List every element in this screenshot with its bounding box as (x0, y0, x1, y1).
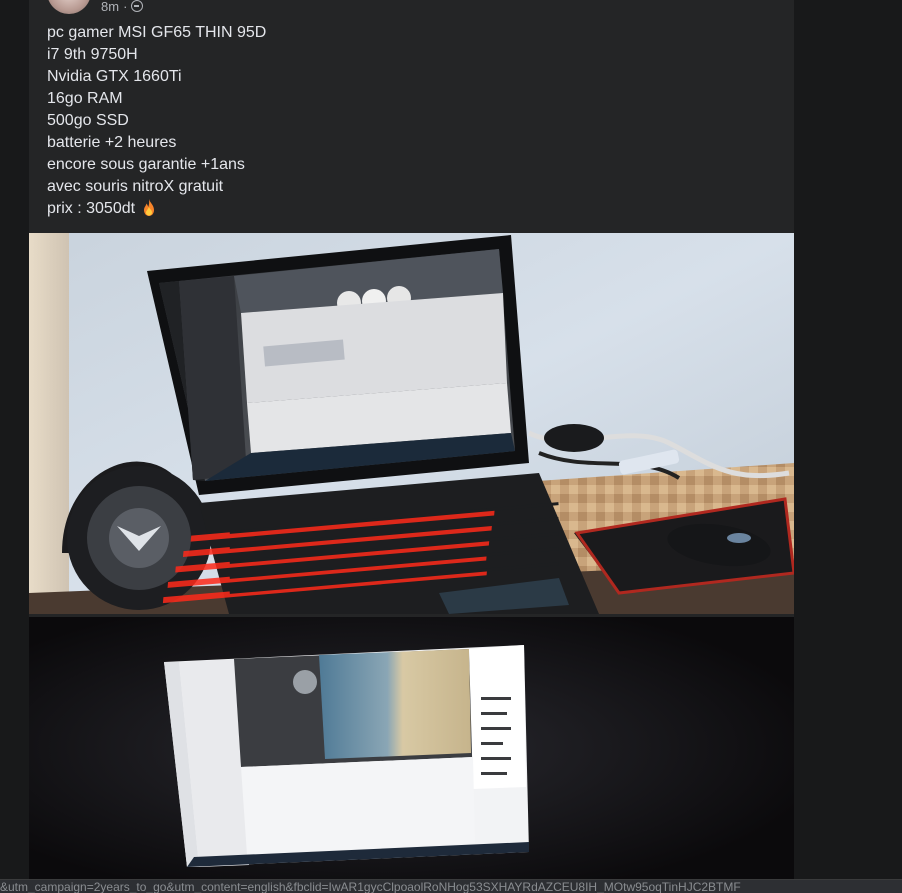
right-gutter (794, 0, 902, 893)
post-text-line: pc gamer MSI GF65 THIN 95D (47, 24, 267, 41)
dark-screen-photo-illustration (29, 617, 794, 879)
post-text: pc gamer MSI GF65 THIN 95D i7 9th 9750H … (47, 22, 767, 220)
left-gutter (0, 0, 29, 893)
post-text-line: prix : 3050dt (47, 200, 136, 217)
globe-icon[interactable] (131, 0, 144, 12)
post-text-line: batterie +2 heures (47, 134, 177, 151)
post-text-line: Nvidia GTX 1660Ti (47, 68, 182, 85)
post-text-line: 500go SSD (47, 112, 129, 129)
post-header: 8m · (47, 0, 144, 14)
avatar[interactable] (47, 0, 91, 14)
post-meta: 8m · (101, 0, 144, 14)
post-text-price-line: prix : 3050dt (47, 198, 767, 220)
post-text-line: encore sous garantie +1ans (47, 156, 245, 173)
laptop-screen-dark-photo[interactable] (29, 617, 794, 879)
post-text-line: 16go RAM (47, 90, 123, 107)
post-time[interactable]: 8m (101, 0, 119, 14)
post-text-line: avec souris nitroX gratuit (47, 178, 224, 195)
laptop-photo-illustration (29, 233, 794, 614)
status-bar-url: &utm_campaign=2years_to_go&utm_content=e… (0, 879, 902, 893)
fire-icon (143, 199, 154, 216)
post-text-line: i7 9th 9750H (47, 46, 138, 63)
laptop-on-desk-photo[interactable] (29, 233, 794, 614)
